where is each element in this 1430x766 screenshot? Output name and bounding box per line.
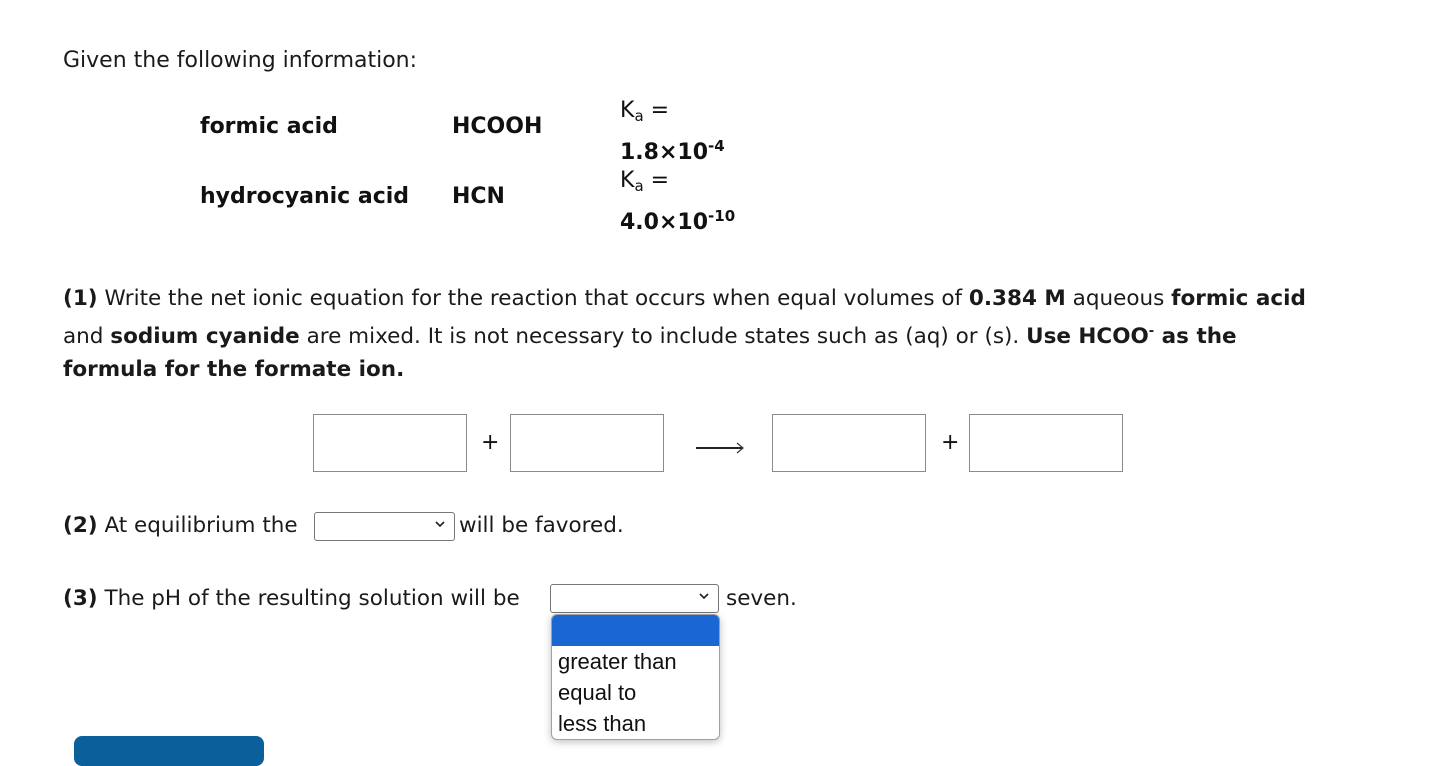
formate-instruction: as the — [1154, 324, 1237, 349]
acid-formula-hydrocyanic: HCN — [452, 184, 505, 209]
salt-term: sodium cyanide — [110, 324, 300, 349]
chevron-down-icon — [699, 593, 709, 600]
ka-eq: = — [643, 168, 670, 193]
question-2-suffix: will be favored. — [459, 513, 624, 538]
ka-hydrocyanic: Ka = 4.0×10-10 — [620, 166, 735, 238]
product-1-input[interactable] — [772, 414, 926, 472]
ph-option-equal-to[interactable]: equal to — [552, 677, 719, 708]
ka-mantissa: 4.0×10 — [620, 210, 709, 235]
ka-mantissa: 1.8×10 — [620, 140, 709, 165]
ka-label: K — [620, 98, 635, 123]
ka-label: K — [620, 168, 635, 193]
ph-select[interactable] — [550, 584, 719, 613]
q1-number: (1) — [63, 286, 98, 311]
ka-formic: Ka = 1.8×10-4 — [620, 96, 725, 168]
chevron-down-icon — [435, 521, 445, 528]
plus-sign: + — [941, 430, 960, 455]
intro-text: Given the following information: — [63, 48, 418, 73]
q2-number: (2) — [63, 513, 98, 538]
plus-sign: + — [481, 430, 500, 455]
ka-sub: a — [634, 177, 644, 195]
ka-exp: -4 — [708, 137, 725, 155]
question-2-prefix: (2) At equilibrium the — [63, 509, 298, 542]
ph-dropdown-list: greater than equal to less than — [551, 614, 720, 740]
formate-instruction: Use HCOO — [1026, 324, 1149, 349]
ph-option-greater-than[interactable]: greater than — [552, 646, 719, 677]
reaction-arrow-icon — [696, 442, 744, 454]
acid-term: formic acid — [1171, 286, 1306, 311]
ka-exp: -10 — [708, 207, 736, 225]
q2-text: At equilibrium the — [97, 513, 298, 538]
ka-sub: a — [634, 107, 644, 125]
q1-text: Write the net ionic equation for the rea… — [97, 286, 969, 311]
q3-number: (3) — [63, 586, 98, 611]
ka-eq: = — [643, 98, 670, 123]
question-1: (1) Write the net ionic equation for the… — [63, 282, 1383, 386]
q1-text: aqueous — [1065, 286, 1172, 311]
acid-formula-formic: HCOOH — [452, 114, 543, 139]
q1-text: and — [63, 324, 111, 349]
concentration: 0.384 M — [968, 286, 1066, 311]
question-3-suffix: seven. — [726, 586, 797, 611]
question-3-prefix: (3) The pH of the resulting solution wil… — [63, 582, 520, 615]
q3-text: The pH of the resulting solution will be — [97, 586, 520, 611]
acid-name-formic: formic acid — [200, 114, 338, 139]
reactant-2-input[interactable] — [510, 414, 664, 472]
favored-side-select[interactable] — [314, 512, 455, 541]
product-2-input[interactable] — [969, 414, 1123, 472]
q1-text: are mixed. It is not necessary to includ… — [299, 324, 1027, 349]
acid-name-hydrocyanic: hydrocyanic acid — [200, 184, 410, 209]
reactant-1-input[interactable] — [313, 414, 467, 472]
submit-button[interactable] — [74, 736, 264, 766]
ph-option-less-than[interactable]: less than — [552, 708, 719, 739]
formate-instruction: formula for the formate ion. — [63, 357, 405, 382]
ph-option-blank[interactable] — [552, 615, 719, 646]
